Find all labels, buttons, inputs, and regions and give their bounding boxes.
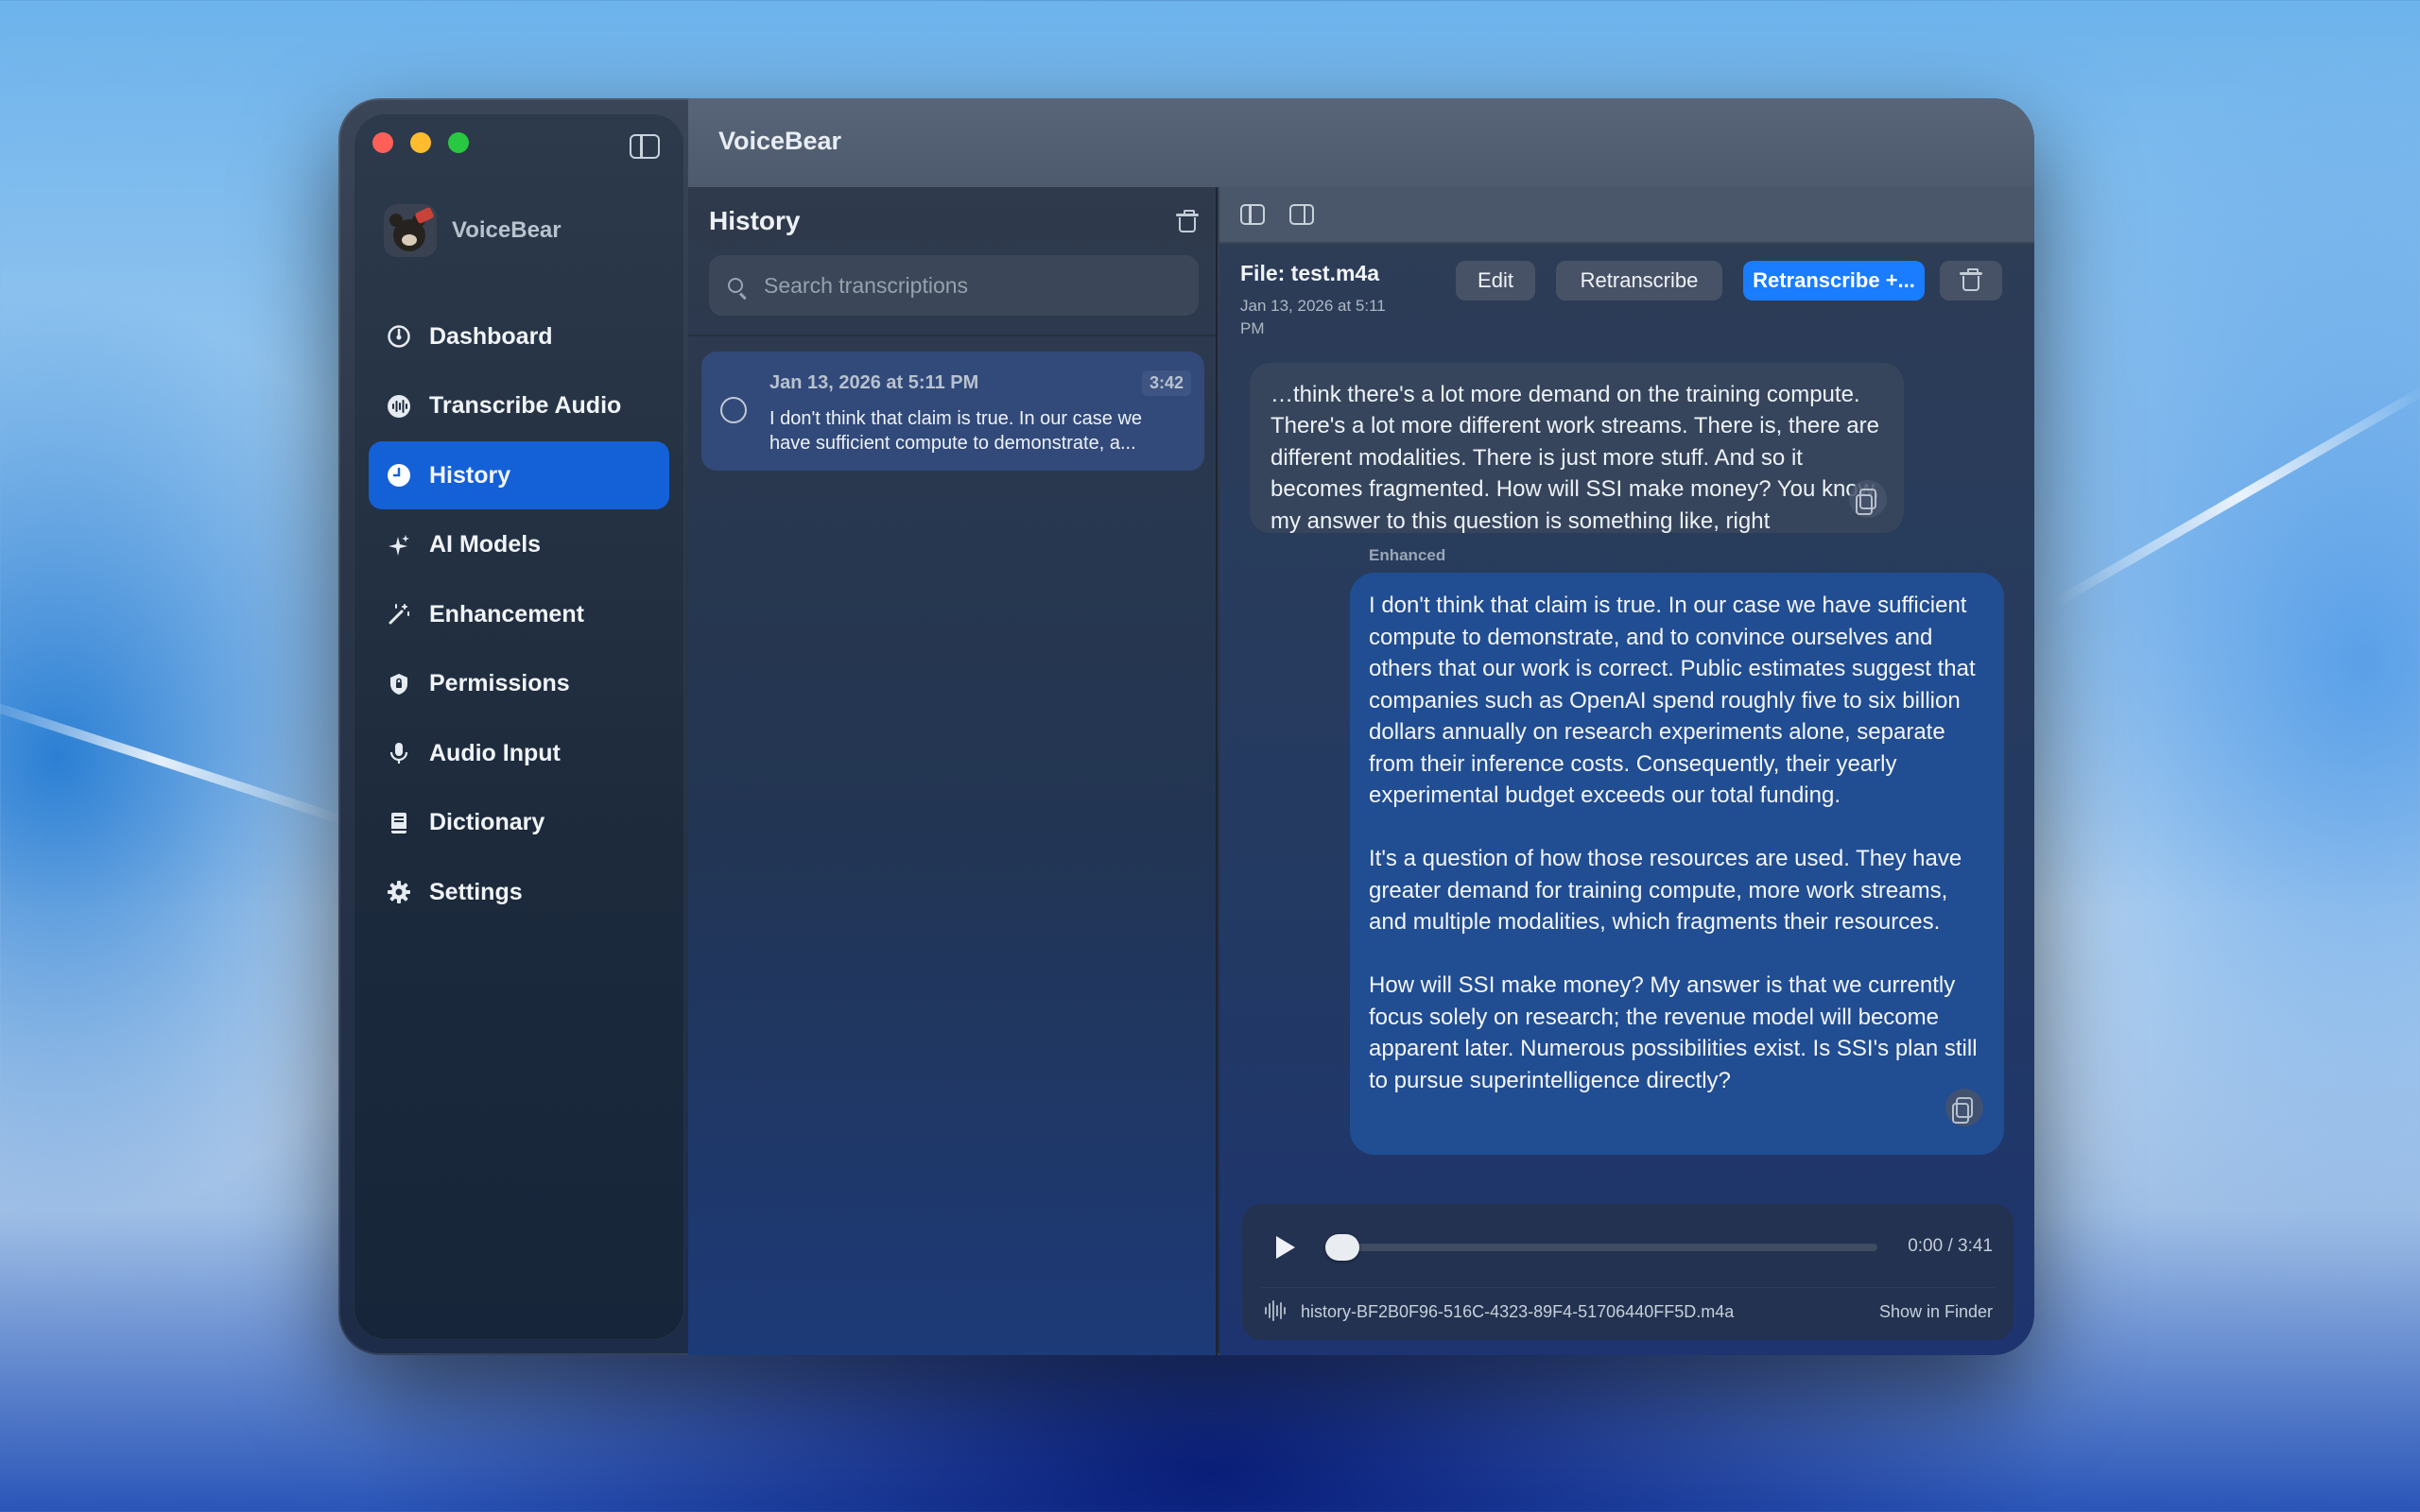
sidebar-nav: Dashboard Transcribe Audio History AI Mo…: [369, 302, 669, 928]
enhanced-transcript-bubble: I don't think that claim is true. In our…: [1350, 573, 2004, 1155]
sidebar-item-enhancement[interactable]: Enhancement: [369, 580, 669, 648]
playback-progress-track[interactable]: [1329, 1244, 1877, 1251]
sidebar-item-dictionary[interactable]: Dictionary: [369, 789, 669, 857]
sidebar-item-label: Transcribe Audio: [429, 392, 622, 419]
sidebar-item-label: Settings: [429, 878, 523, 905]
enhanced-paragraph: How will SSI make money? My answer is th…: [1369, 972, 1978, 1093]
sidebar-item-label: Audio Input: [429, 739, 561, 766]
play-icon[interactable]: [1276, 1236, 1295, 1259]
microphone-icon: [386, 740, 412, 766]
select-checkbox[interactable]: [720, 397, 747, 423]
sidebar-item-label: Dictionary: [429, 809, 545, 835]
sidebar-item-label: Permissions: [429, 670, 570, 696]
sidebar: VoiceBear Dashboard Transcribe Audio His…: [354, 113, 684, 1340]
search-input[interactable]: [762, 271, 1163, 300]
copy-original-button[interactable]: [1849, 480, 1887, 518]
sidebar-item-audio-input[interactable]: Audio Input: [369, 719, 669, 787]
original-transcript-bubble: …think there's a lot more demand on the …: [1250, 363, 1904, 533]
sidebar-item-label: Enhancement: [429, 600, 584, 627]
search-icon: [728, 278, 743, 293]
toggle-left-panel-icon[interactable]: [1240, 204, 1265, 225]
sidebar-item-permissions[interactable]: Permissions: [369, 650, 669, 718]
sidebar-item-dashboard[interactable]: Dashboard: [369, 302, 669, 370]
sidebar-item-label: History: [429, 461, 511, 489]
audio-player: 0:00 / 3:41 history-BF2B0F96-516C-4323-8…: [1242, 1204, 2014, 1340]
sparkles-icon: [386, 532, 412, 558]
waveform-circle-icon: [386, 393, 412, 420]
history-item-preview: I don't think that claim is true. In our…: [769, 408, 1143, 454]
delete-button[interactable]: [1940, 261, 2002, 301]
close-window-button[interactable]: [372, 132, 393, 153]
clock-icon: [386, 462, 412, 489]
sidebar-item-settings[interactable]: Settings: [369, 858, 669, 926]
brand: VoiceBear: [384, 204, 562, 257]
gear-icon: [386, 879, 412, 905]
sidebar-item-label: Dashboard: [429, 322, 553, 350]
divider: [1261, 1287, 1995, 1288]
history-list-item[interactable]: Jan 13, 2026 at 5:11 PM 3:42 I don't thi…: [701, 352, 1204, 471]
book-icon: [386, 810, 412, 836]
history-title: History: [709, 206, 801, 235]
copy-icon: [1952, 1097, 1973, 1124]
minimize-window-button[interactable]: [410, 132, 431, 153]
zoom-window-button[interactable]: [448, 132, 469, 153]
search-field[interactable]: [709, 255, 1199, 316]
enhanced-label: Enhanced: [1369, 546, 1446, 564]
divider: [688, 335, 1216, 336]
enhanced-transcript-text: I don't think that claim is true. In our…: [1369, 590, 1987, 1128]
sidebar-item-ai-models[interactable]: AI Models: [369, 511, 669, 579]
original-transcript-text: …think there's a lot more demand on the …: [1270, 381, 1880, 534]
edit-button[interactable]: Edit: [1456, 261, 1535, 301]
retranscribe-button[interactable]: Retranscribe: [1556, 261, 1722, 301]
history-item-duration: 3:42: [1141, 370, 1191, 396]
wallpaper-streak: [0, 695, 352, 827]
window-title: VoiceBear: [718, 127, 842, 155]
show-in-finder-button[interactable]: Show in Finder: [1879, 1302, 1993, 1322]
clear-history-trash-icon[interactable]: [1176, 210, 1199, 232]
sidebar-item-history[interactable]: History: [369, 441, 669, 509]
magic-wand-icon: [386, 601, 412, 627]
wallpaper-streak: [2049, 383, 2420, 610]
file-title: File: test.m4a: [1240, 261, 1379, 285]
bear-logo-icon: [384, 204, 437, 257]
sidebar-item-transcribe-audio[interactable]: Transcribe Audio: [369, 372, 669, 440]
retranscribe-plus-button[interactable]: Retranscribe +...: [1743, 261, 1925, 301]
title-bar: [688, 98, 2034, 187]
copy-icon: [1856, 489, 1876, 515]
toggle-right-panel-icon[interactable]: [1289, 204, 1314, 225]
file-date: Jan 13, 2026 at 5:11 PM: [1240, 297, 1386, 337]
detail-toolbar: [1219, 187, 2034, 244]
sidebar-item-label: AI Models: [429, 531, 542, 558]
enhanced-paragraph: It's a question of how those resources a…: [1369, 846, 1962, 935]
waveform-icon: [1265, 1300, 1286, 1321]
copy-enhanced-button[interactable]: [1945, 1089, 1983, 1126]
brand-name: VoiceBear: [452, 217, 562, 243]
playback-scrubber[interactable]: [1325, 1234, 1359, 1261]
history-pane: History Jan 13, 2026 at 5:11 PM 3:42 I d…: [688, 187, 1218, 1355]
gauge-icon: [386, 323, 412, 350]
history-item-date: Jan 13, 2026 at 5:11 PM: [769, 372, 979, 393]
trash-icon: [1960, 268, 1982, 291]
shield-icon: [386, 671, 412, 697]
audio-file-name: history-BF2B0F96-516C-4323-89F4-51706440…: [1301, 1302, 1735, 1321]
enhanced-paragraph: I don't think that claim is true. In our…: [1369, 593, 1976, 808]
app-window: VoiceBear Dashboard Transcribe Audio His…: [338, 98, 2034, 1355]
sidebar-toggle-icon[interactable]: [630, 134, 660, 159]
playback-time: 0:00 / 3:41: [1908, 1236, 1993, 1256]
